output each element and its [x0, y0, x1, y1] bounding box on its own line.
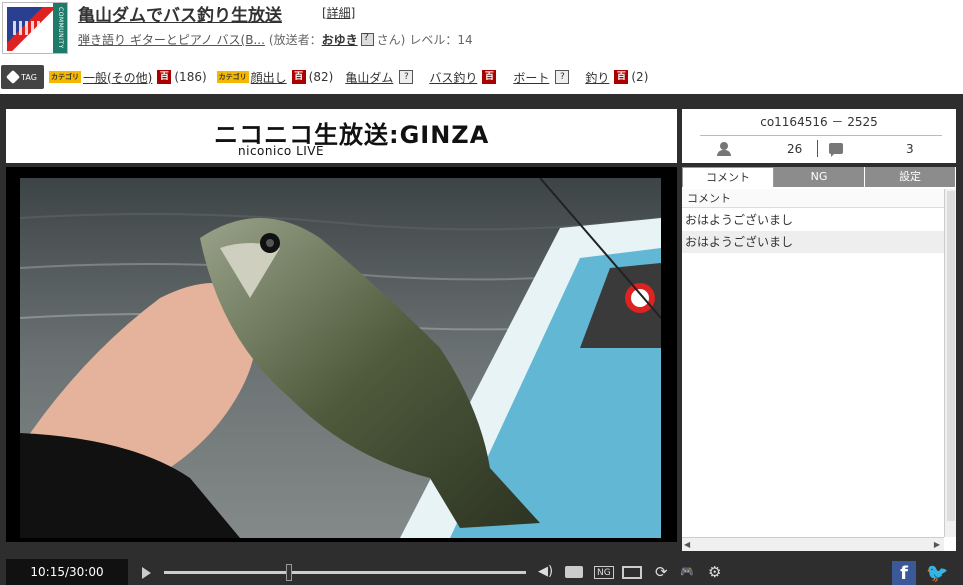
- scroll-left-icon[interactable]: ◀: [684, 540, 690, 549]
- comment-vertical-scrollbar[interactable]: [944, 189, 956, 537]
- tag-count: (2): [631, 70, 649, 84]
- comment-list: おはようございまし おはようございまし: [682, 209, 944, 253]
- tab-ng[interactable]: NG: [774, 167, 865, 187]
- no-article-icon[interactable]: ?: [555, 70, 570, 84]
- tag-text[interactable]: 釣り: [585, 69, 609, 86]
- broadcaster-suffix: さん): [376, 33, 406, 47]
- tag-text[interactable]: 亀山ダム: [345, 69, 393, 86]
- comment-row[interactable]: おはようございまし: [682, 231, 944, 253]
- comment-horizontal-scrollbar[interactable]: ◀ ▶: [682, 537, 944, 551]
- twitter-icon[interactable]: 🐦: [926, 563, 950, 584]
- encyclopedia-icon[interactable]: 百: [157, 70, 172, 84]
- category-badge: カテゴリ: [216, 71, 249, 83]
- broadcaster-level: レベル：14: [409, 33, 473, 47]
- broadcaster-prefix: (放送者：: [268, 33, 322, 47]
- tag-bar: TAG カテゴリ 一般(その他) 百 (186) カテゴリ 顔出し 百 (82)…: [0, 64, 963, 90]
- facebook-icon[interactable]: f: [892, 561, 916, 585]
- broadcast-subline: 弾き語り ギターとピアノ バス(B... (放送者： おゆき さん) レベル：1…: [78, 31, 473, 48]
- encyclopedia-icon[interactable]: 百: [291, 70, 306, 84]
- niconico-banner[interactable]: ニコニコ生放送:GINZA niconico LIVE: [6, 109, 677, 163]
- banner-subtitle: niconico LIVE: [238, 144, 325, 158]
- detail-link[interactable]: [詳細]: [322, 4, 355, 21]
- community-thumbnail: [7, 7, 53, 51]
- seek-handle[interactable]: [286, 564, 292, 581]
- tag-text[interactable]: 一般(その他): [83, 69, 152, 86]
- scroll-right-icon[interactable]: ▶: [934, 540, 940, 549]
- stats-divider: [700, 135, 942, 136]
- tab-settings[interactable]: 設定: [865, 167, 956, 187]
- tag-item-fishing[interactable]: 釣り 百 (2): [585, 69, 648, 86]
- broadcaster-icon[interactable]: [360, 32, 374, 46]
- tag-item-boat[interactable]: ボート ?: [513, 69, 575, 86]
- viewer-count: 26: [787, 142, 803, 156]
- live-stats: co1164516 － 2525 26 3: [682, 109, 956, 163]
- comment-panel: コメント NG 設定 コメント おはようございまし おはようございまし ◀ ▶: [682, 167, 956, 551]
- tag-label-text: TAG: [21, 72, 37, 82]
- settings-gear-icon[interactable]: ⚙: [708, 564, 721, 580]
- playback-time: 10:15/30:00: [6, 559, 128, 585]
- ng-icon[interactable]: NG: [594, 566, 614, 579]
- no-article-icon[interactable]: ?: [399, 70, 414, 84]
- comment-toggle-icon[interactable]: [565, 566, 583, 578]
- tag-item-general[interactable]: カテゴリ 一般(その他) 百 (186): [49, 69, 207, 86]
- broadcast-title[interactable]: 亀山ダムでバス釣り生放送: [78, 1, 282, 26]
- encyclopedia-icon[interactable]: 百: [482, 70, 497, 84]
- viewer-icon: [717, 142, 731, 156]
- tag-text[interactable]: バス釣り: [429, 69, 477, 86]
- scrollbar-thumb[interactable]: [947, 191, 955, 521]
- play-icon[interactable]: [142, 567, 151, 579]
- reload-icon[interactable]: ⟳: [655, 564, 668, 580]
- video-player[interactable]: [6, 167, 677, 542]
- tag-item-kameyama[interactable]: 亀山ダム ?: [345, 69, 419, 86]
- comment-count: 3: [906, 142, 914, 156]
- comment-count-icon: [829, 143, 843, 157]
- video-frame: [20, 178, 661, 538]
- encyclopedia-icon[interactable]: 百: [614, 70, 629, 84]
- page-header: COMMUNITY 亀山ダムでバス釣り生放送 [詳細] 弾き語り ギターとピアノ…: [0, 0, 963, 60]
- category-badge: カテゴリ: [49, 71, 81, 83]
- player-controls: 10:15/30:00 ◀) NG ⟳ 🎮 ⚙ f 🐦: [0, 555, 963, 585]
- comment-row[interactable]: おはようございまし: [682, 209, 944, 231]
- comment-tabs: コメント NG 設定: [682, 167, 956, 187]
- player-frame: ニコニコ生放送:GINZA niconico LIVE co1164516 － …: [0, 94, 963, 585]
- community-label: COMMUNITY: [53, 3, 67, 53]
- tag-count: (186): [174, 70, 207, 84]
- seek-bar[interactable]: [164, 564, 526, 581]
- app-icon[interactable]: 🎮: [680, 564, 694, 580]
- tag-item-bass-fishing[interactable]: バス釣り 百: [429, 69, 499, 86]
- tag-label: TAG: [1, 65, 44, 89]
- volume-icon[interactable]: ◀): [538, 564, 553, 580]
- tag-text[interactable]: ボート: [513, 69, 549, 86]
- live-id: co1164516 － 2525: [760, 115, 878, 129]
- comment-column-header[interactable]: コメント: [682, 189, 944, 208]
- tag-text[interactable]: 顔出し: [251, 69, 287, 86]
- stats-separator: [817, 140, 818, 157]
- broadcaster-name[interactable]: おゆき: [322, 31, 358, 48]
- tag-icon: [6, 69, 21, 85]
- screen-size-icon[interactable]: [622, 566, 642, 579]
- tag-count: (82): [308, 70, 334, 84]
- community-logo[interactable]: COMMUNITY: [2, 2, 68, 54]
- tag-item-face[interactable]: カテゴリ 顔出し 百 (82): [216, 69, 334, 86]
- tab-comment[interactable]: コメント: [682, 167, 774, 187]
- community-name-link[interactable]: 弾き語り ギターとピアノ バス(B...: [78, 31, 265, 48]
